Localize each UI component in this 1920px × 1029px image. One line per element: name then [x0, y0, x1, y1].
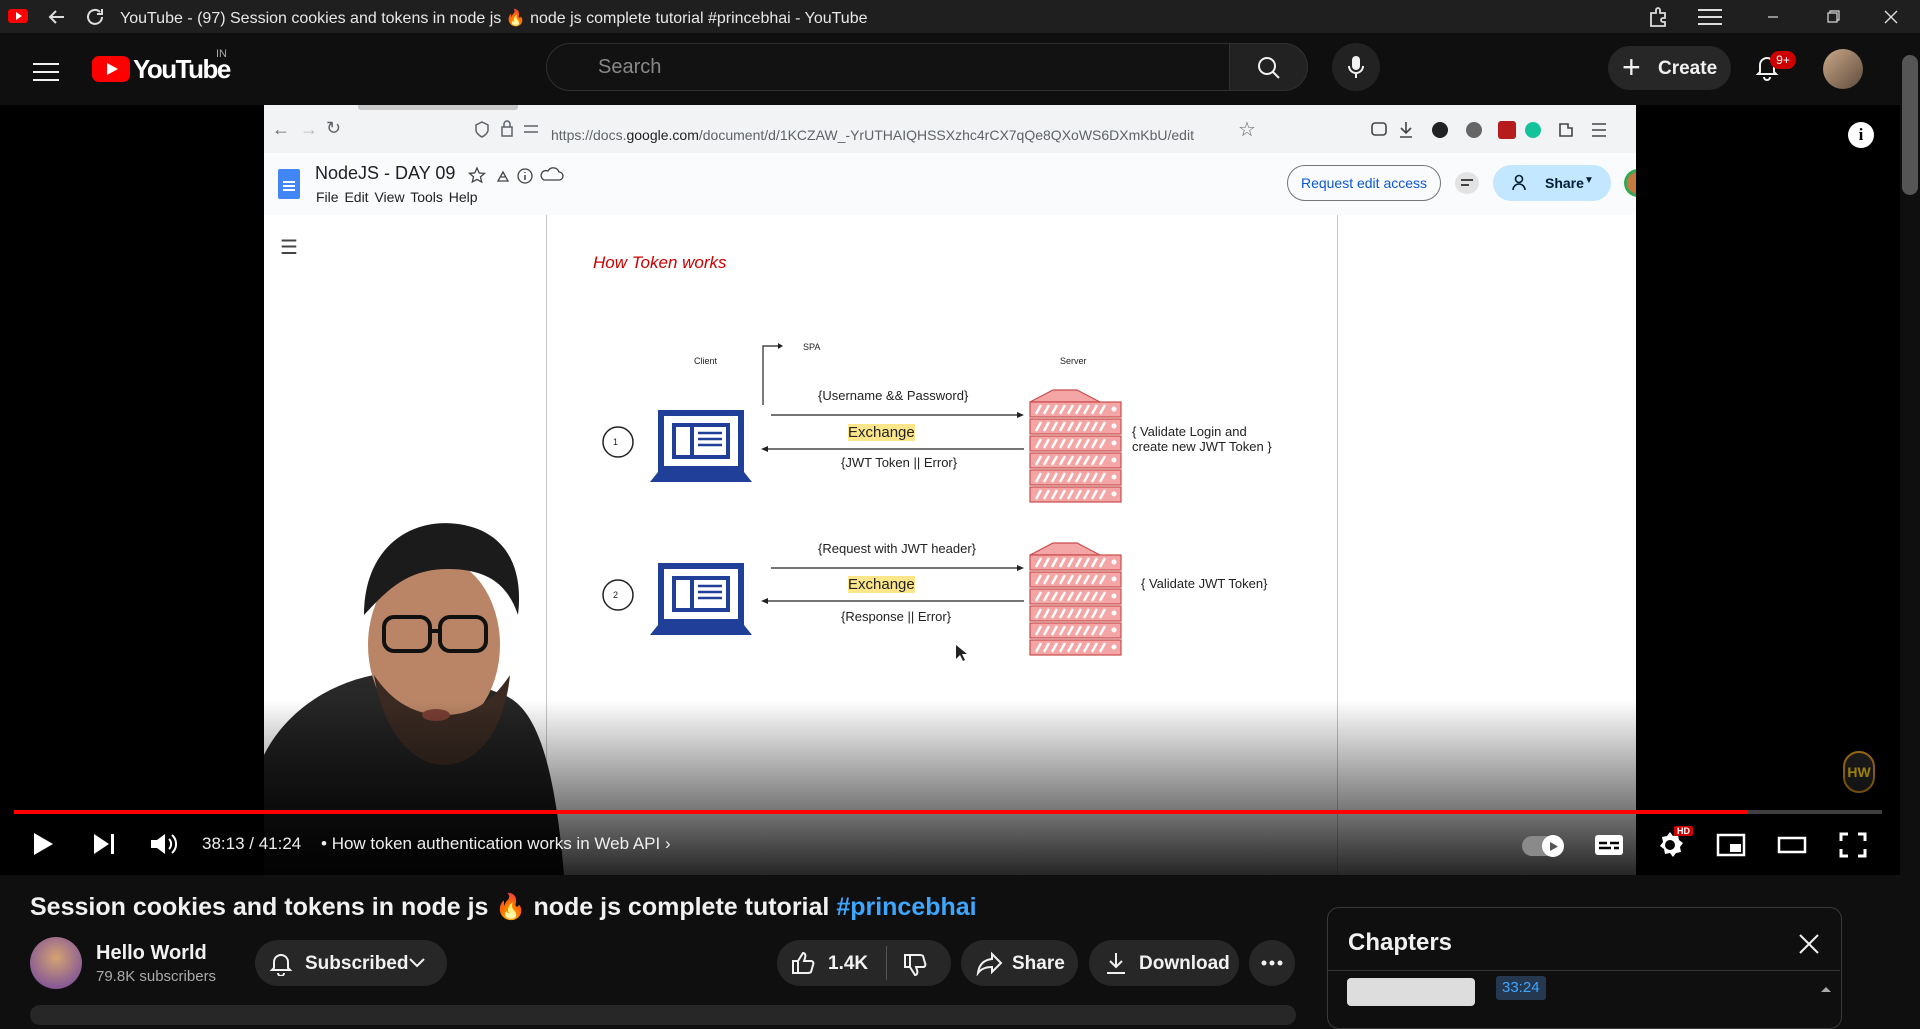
voice-search-button[interactable]	[1332, 43, 1380, 91]
time-display: 38:13 / 41:24	[202, 834, 302, 853]
play-icon[interactable]	[30, 830, 56, 858]
subtitles-icon[interactable]	[1594, 832, 1624, 858]
progress-bar[interactable]	[14, 810, 1882, 814]
chapter-thumbnail[interactable]	[1347, 978, 1475, 1006]
subscriber-count: 79.8K subscribers	[96, 968, 217, 985]
download-label: Download	[1139, 953, 1230, 974]
video-hashtag[interactable]: #princebhai	[836, 893, 976, 921]
current-chapter[interactable]: • How token authentication works in Web …	[321, 834, 671, 854]
video-title-main: Session cookies and tokens in node js 🔥 …	[30, 893, 837, 921]
subscribed-label: Subscribed	[305, 953, 409, 974]
search-icon	[1258, 57, 1280, 79]
close-window-icon[interactable]	[1878, 4, 1904, 30]
more-horizontal-icon	[1261, 960, 1283, 966]
account-avatar[interactable]	[1823, 49, 1863, 89]
miniplayer-icon[interactable]	[1716, 833, 1746, 857]
chapters-title: Chapters	[1348, 929, 1453, 956]
window-title-bar: YouTube - (97) Session cookies and token…	[0, 0, 1920, 33]
diagram-step-2-exchange: Exchange	[848, 576, 915, 593]
reload-icon[interactable]	[82, 4, 108, 30]
diagram-step-1-server-note-line-1: { Validate Login and	[1132, 424, 1247, 439]
hd-badge: HD	[1674, 826, 1693, 836]
microphone-icon	[1348, 56, 1364, 78]
chapters-scroll-up-icon[interactable]	[1820, 985, 1832, 993]
search-placeholder: Search	[598, 56, 662, 78]
share-icon	[976, 951, 1003, 976]
chapter-separator: •	[321, 834, 327, 853]
diagram-step-1-server-note-line-2: create new JWT Token }	[1132, 439, 1272, 454]
browser-menu-icon[interactable]	[1696, 4, 1722, 30]
theater-mode-icon[interactable]	[1777, 835, 1807, 855]
extensions-icon[interactable]	[1645, 4, 1671, 30]
plus-icon: +	[1622, 49, 1641, 85]
autoplay-play-icon	[1550, 842, 1558, 851]
diagram-step-2-response: {Response || Error}	[841, 609, 952, 624]
volume-icon[interactable]	[148, 831, 180, 857]
youtube-logo-icon[interactable]	[92, 56, 130, 82]
back-icon[interactable]	[44, 4, 70, 30]
description-box[interactable]	[30, 1005, 1296, 1025]
diagram-step-1-exchange: Exchange	[848, 424, 915, 441]
diagram-step-2-request: {Request with JWT header}	[818, 541, 977, 556]
restore-icon[interactable]	[1820, 4, 1846, 30]
more-actions-button[interactable]	[1249, 940, 1295, 986]
diagram-step-1-request: {Username && Password}	[818, 388, 969, 403]
diagram-step-1-number: 1	[613, 437, 619, 447]
window-title: YouTube - (97) Session cookies and token…	[120, 10, 868, 27]
channel-avatar[interactable]	[30, 937, 82, 989]
search-button[interactable]	[1230, 43, 1308, 91]
next-video-icon[interactable]	[91, 832, 117, 856]
notification-count-badge: 9+	[1770, 51, 1796, 69]
page-scrollbar-thumb[interactable]	[1902, 55, 1918, 195]
chapters-divider	[1327, 970, 1840, 971]
chapter-timestamp[interactable]: 33:24	[1496, 976, 1546, 1000]
create-label: Create	[1658, 58, 1718, 79]
chevron-down-icon	[409, 958, 425, 968]
chevron-right-icon: ›	[664, 834, 671, 853]
progress-played	[14, 810, 1748, 814]
diagram-step-1-response: {JWT Token || Error}	[841, 455, 958, 470]
close-chapters-icon[interactable]	[1796, 931, 1822, 957]
diagram-step-2-server-note: { Validate JWT Token}	[1141, 576, 1268, 591]
share-label: Share	[1012, 953, 1065, 974]
download-icon	[1107, 953, 1125, 974]
diagram-step-2-number: 2	[613, 590, 619, 600]
bell-icon	[269, 954, 293, 976]
youtube-favicon-icon	[8, 9, 28, 23]
fullscreen-icon[interactable]	[1839, 832, 1867, 858]
chapter-title: How token authentication works in Web AP…	[331, 834, 661, 853]
like-icon[interactable]	[790, 950, 816, 976]
chapters-panel	[1327, 907, 1842, 1029]
channel-name[interactable]: Hello World	[96, 942, 207, 965]
like-divider	[886, 946, 887, 980]
like-count[interactable]: 1.4K	[828, 953, 868, 975]
guide-menu-icon[interactable]	[33, 57, 59, 87]
dislike-icon[interactable]	[902, 952, 928, 978]
autoplay-toggle[interactable]	[1522, 835, 1564, 857]
video-title: Session cookies and tokens in node js 🔥 …	[30, 893, 977, 922]
minimize-icon[interactable]	[1760, 4, 1786, 30]
info-icon[interactable]: i	[1848, 122, 1874, 148]
country-code: IN	[216, 48, 227, 60]
